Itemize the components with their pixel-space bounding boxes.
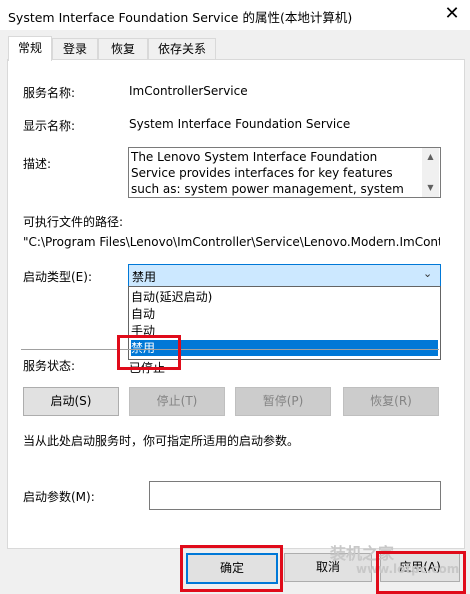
description-text: The Lenovo System Interface Foundation S… — [131, 150, 404, 196]
service-status-label: 服务状态: — [23, 359, 76, 373]
path-label: 可执行文件的路径: — [23, 215, 124, 229]
start-params-label: 启动参数(M): — [23, 490, 95, 504]
close-icon[interactable]: ✕ — [440, 2, 464, 26]
stop-button[interactable]: 停止(T) — [129, 387, 225, 416]
tab-general[interactable]: 常规 — [8, 36, 52, 61]
title-bar: System Interface Foundation Service 的属性(… — [0, 0, 470, 30]
start-params-hint: 当从此处启动服务时，你可指定所适用的启动参数。 — [23, 434, 300, 448]
start-button[interactable]: 启动(S) — [23, 387, 119, 416]
description-label: 描述: — [23, 157, 52, 171]
display-name-label: 显示名称: — [23, 119, 76, 133]
tab-recovery[interactable]: 恢复 — [98, 38, 148, 59]
startup-type-select[interactable]: 禁用 ⌄ — [128, 264, 441, 287]
service-name-label: 服务名称: — [23, 86, 76, 100]
display-name-value: System Interface Foundation Service — [129, 117, 351, 131]
scroll-down-icon[interactable]: ▼ — [422, 183, 439, 192]
option-auto[interactable]: 自动 — [131, 306, 438, 322]
start-params-input[interactable] — [149, 481, 441, 510]
executable-path: "C:\Program Files\Lenovo\ImController\Se… — [23, 235, 440, 249]
chevron-down-icon[interactable]: ⌄ — [423, 267, 432, 280]
pause-button[interactable]: 暂停(P) — [235, 387, 331, 416]
window-title: System Interface Foundation Service 的属性(… — [8, 10, 353, 25]
startup-type-label: 启动类型(E): — [23, 270, 92, 284]
tab-logon[interactable]: 登录 — [52, 38, 98, 59]
highlight-apply-button — [376, 551, 466, 594]
tab-dependencies[interactable]: 依存关系 — [148, 38, 216, 59]
service-name-value: ImControllerService — [129, 84, 248, 98]
resume-button[interactable]: 恢复(R) — [343, 387, 439, 416]
highlight-disabled-option — [117, 335, 181, 370]
description-scrollbar[interactable]: ▲ ▼ — [422, 148, 439, 197]
scroll-up-icon[interactable]: ▲ — [422, 152, 439, 161]
option-auto-delayed[interactable]: 自动(延迟启动) — [131, 289, 438, 305]
description-textbox[interactable]: The Lenovo System Interface Foundation S… — [128, 147, 441, 198]
highlight-ok-button — [180, 545, 283, 592]
startup-type-value: 禁用 — [132, 270, 157, 284]
divider — [21, 349, 439, 350]
